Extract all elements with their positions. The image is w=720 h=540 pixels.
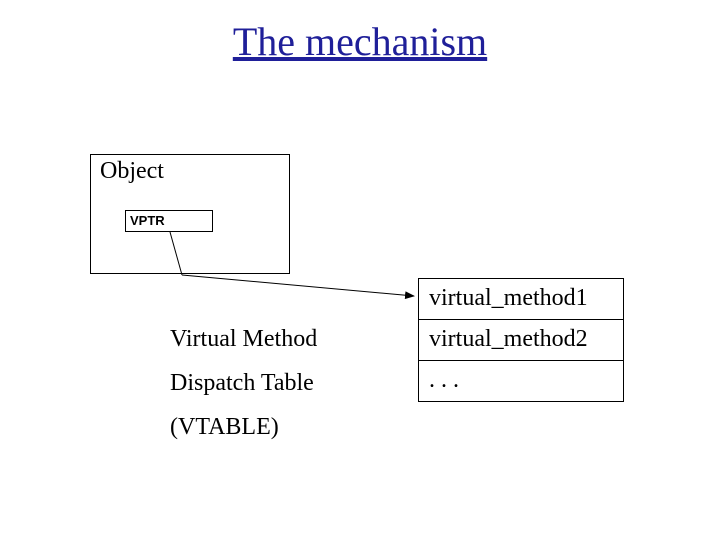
- vtable-row: . . .: [418, 360, 624, 402]
- vtable-caption-line: Virtual Method: [170, 326, 317, 353]
- slide-stage: The mechanism Object VPTR virtual_method…: [0, 0, 720, 540]
- vptr-box: VPTR: [125, 210, 213, 232]
- vtable-caption-line: Dispatch Table: [170, 370, 314, 397]
- vtable-caption-line: (VTABLE): [170, 414, 279, 441]
- slide-title: The mechanism: [0, 18, 720, 65]
- vtable-row: virtual_method2: [418, 319, 624, 361]
- object-label: Object: [100, 158, 164, 185]
- vtable-row: virtual_method1: [418, 278, 624, 320]
